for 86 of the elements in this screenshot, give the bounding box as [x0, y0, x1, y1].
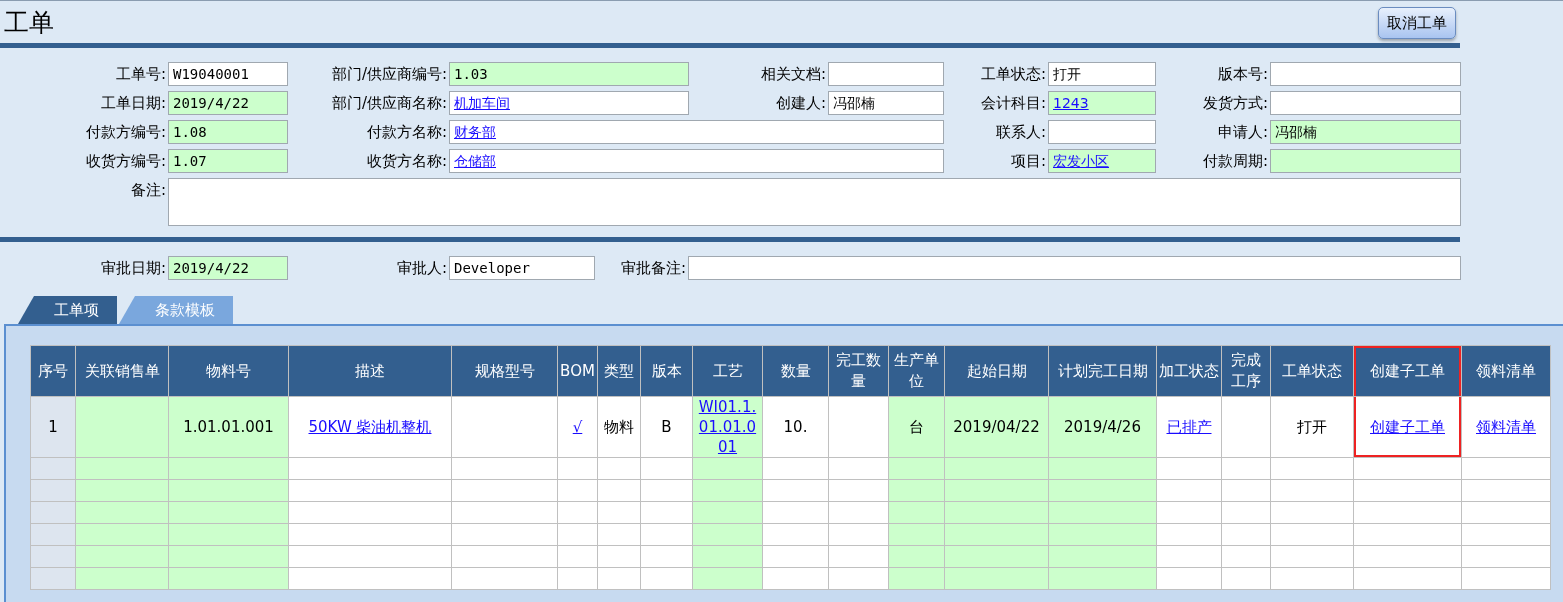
input-field[interactable] — [1270, 149, 1461, 173]
field-label: 付款方名称: — [365, 122, 448, 143]
input-field[interactable]: 机加车间 — [449, 91, 689, 115]
table-cell: 1 — [30, 396, 76, 458]
field-label: 发货方式: — [1201, 93, 1269, 114]
input-field[interactable]: 1243 — [1048, 91, 1156, 115]
column-header: 版本 — [640, 345, 693, 397]
input-field[interactable] — [828, 62, 944, 86]
table-cell: B — [640, 396, 693, 458]
column-header: 数量 — [762, 345, 829, 397]
column-header: 加工状态 — [1156, 345, 1222, 397]
tab[interactable]: 工单项 — [18, 296, 117, 324]
column-header: BOM — [557, 345, 598, 397]
field-label: 项目: — [1009, 151, 1047, 172]
column-header: 规格型号 — [451, 345, 558, 397]
field-label: 部门/供应商名称: — [330, 93, 448, 114]
field-label: 工单号: — [114, 64, 167, 85]
field-label: 联系人: — [994, 122, 1047, 143]
field-label: 会计科目: — [979, 93, 1047, 114]
input-field[interactable]: 冯邵楠 — [1270, 120, 1461, 144]
input-field[interactable]: 仓储部 — [449, 149, 944, 173]
column-header: 创建子工单 — [1353, 345, 1462, 397]
input-field[interactable] — [1270, 62, 1461, 86]
column-header: 工单状态 — [1270, 345, 1354, 397]
input-field[interactable]: Developer — [449, 256, 595, 280]
input-field[interactable]: 1.08 — [168, 120, 288, 144]
input-field[interactable]: W19040001 — [168, 62, 288, 86]
field-label: 付款方编号: — [84, 122, 167, 143]
field-label: 工单状态: — [979, 64, 1047, 85]
field-link[interactable]: 仓储部 — [454, 153, 496, 169]
column-header: 完工数量 — [828, 345, 889, 397]
input-field[interactable]: 1.03 — [449, 62, 689, 86]
input-field[interactable]: 财务部 — [449, 120, 944, 144]
field-label: 相关文档: — [759, 64, 827, 85]
cell-link[interactable]: 已排产 — [1166, 417, 1212, 437]
column-header: 起始日期 — [944, 345, 1049, 397]
column-header: 物料号 — [168, 345, 289, 397]
field-label: 申请人: — [1216, 122, 1269, 143]
table-cell: 2019/4/26 — [1048, 396, 1157, 458]
table-cell: 物料 — [597, 396, 641, 458]
table-cell: 2019/04/22 — [944, 396, 1049, 458]
column-header: 关联销售单 — [75, 345, 169, 397]
field-link[interactable]: 1243 — [1053, 95, 1089, 111]
table-cell: 台 — [888, 396, 945, 458]
input-field[interactable]: 2019/4/22 — [168, 256, 288, 280]
field-label: 审批人: — [395, 258, 448, 279]
input-field[interactable] — [688, 256, 1461, 280]
field-label: 创建人: — [774, 93, 827, 114]
field-label: 审批日期: — [99, 258, 167, 279]
cell-link[interactable]: 50KW 柴油机整机 — [308, 417, 432, 437]
cell-link[interactable]: 创建子工单 — [1370, 417, 1445, 437]
table-cell: 10. — [762, 396, 829, 458]
field-link[interactable]: 宏发小区 — [1053, 153, 1109, 169]
cell-link[interactable]: 领料清单 — [1476, 417, 1536, 437]
cell-link[interactable]: WI01.1.01.01.001 — [695, 397, 760, 457]
table-cell: 1.01.01.001 — [168, 396, 289, 458]
input-field[interactable]: 2019/4/22 — [168, 91, 288, 115]
column-header: 计划完工日期 — [1048, 345, 1157, 397]
page-title: 工单 — [4, 7, 54, 39]
field-label: 版本号: — [1216, 64, 1269, 85]
input-field[interactable]: 打开 — [1048, 62, 1156, 86]
field-label: 付款周期: — [1201, 151, 1269, 172]
cell-link[interactable]: √ — [572, 417, 583, 437]
column-header: 完成工序 — [1221, 345, 1271, 397]
cancel-order-button[interactable]: 取消工单 — [1378, 7, 1456, 39]
column-header: 描述 — [288, 345, 452, 397]
input-field[interactable] — [168, 178, 1461, 226]
field-label: 备注: — [129, 180, 167, 201]
input-field[interactable]: 冯邵楠 — [828, 91, 944, 115]
input-field[interactable]: 宏发小区 — [1048, 149, 1156, 173]
table-cell: 打开 — [1270, 396, 1354, 458]
column-header: 工艺 — [692, 345, 763, 397]
field-link[interactable]: 财务部 — [454, 124, 496, 140]
input-field[interactable] — [1048, 120, 1156, 144]
column-header: 序号 — [30, 345, 76, 397]
column-header: 类型 — [597, 345, 641, 397]
field-label: 收货方编号: — [84, 151, 167, 172]
column-header: 生产单位 — [888, 345, 945, 397]
field-label: 审批备注: — [619, 258, 687, 279]
input-field[interactable]: 1.07 — [168, 149, 288, 173]
field-label: 工单日期: — [99, 93, 167, 114]
field-label: 部门/供应商编号: — [330, 64, 448, 85]
field-link[interactable]: 机加车间 — [454, 95, 510, 111]
field-label: 收货方名称: — [365, 151, 448, 172]
column-header: 领料清单 — [1461, 345, 1551, 397]
input-field[interactable] — [1270, 91, 1461, 115]
